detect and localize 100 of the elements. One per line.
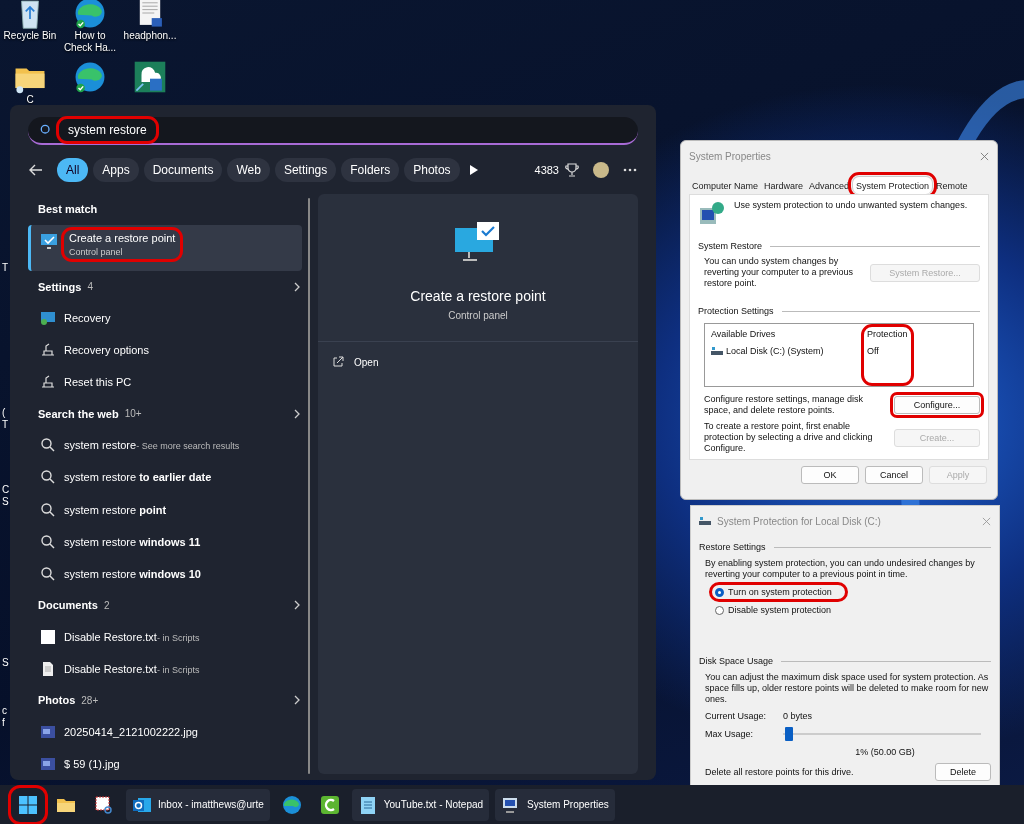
radio-option[interactable]: Disable system protection <box>713 604 844 616</box>
avatar[interactable] <box>593 162 609 178</box>
search-icon <box>40 565 56 582</box>
filter-chip[interactable]: Folders <box>341 158 400 182</box>
result-item[interactable]: system restore windows 11 <box>28 525 302 558</box>
radio-button[interactable] <box>715 587 724 597</box>
column-header: Available Drives <box>710 328 777 340</box>
taskbar-button[interactable]: YouTube.txt - Notepad <box>351 788 490 821</box>
desktop-icon-label: headphon... <box>122 30 178 42</box>
result-item[interactable]: system restore- See more search results <box>28 429 302 462</box>
section-heading: Settings <box>38 280 82 293</box>
option-label: Disable system protection <box>728 605 832 615</box>
section-heading: Documents <box>38 599 98 612</box>
result-label: 20250414_2121002222.jpg <box>64 725 198 738</box>
section-heading: Best match <box>38 203 98 216</box>
chevron-right-icon[interactable] <box>292 600 302 611</box>
desktop-icon-label: T <box>2 262 9 274</box>
group-heading: System Restore <box>698 241 763 251</box>
trophy-icon[interactable] <box>564 162 580 178</box>
close-icon[interactable] <box>980 151 989 161</box>
result-label: system restore point <box>64 503 167 516</box>
recovery-icon <box>40 374 56 391</box>
radio-button[interactable] <box>715 605 724 615</box>
filter-chip[interactable]: Photos <box>404 158 460 182</box>
search-icon <box>40 469 56 486</box>
filter-chip[interactable]: Web <box>227 158 270 182</box>
result-label: Reset this PC <box>64 376 132 389</box>
result-title: Create a restore point <box>69 231 176 244</box>
description-text: Delete all restore points for this drive. <box>705 767 854 777</box>
desktop-icon-label: C <box>25 94 35 106</box>
windows-logo-icon <box>18 794 38 815</box>
best-match-item[interactable]: Create a restore point Control panel <box>28 224 302 272</box>
result-count: 28+ <box>81 694 99 706</box>
letter-c-icon <box>319 794 340 815</box>
drive-icon <box>711 345 723 357</box>
result-item[interactable]: $ 59 (1).jpg <box>28 747 302 780</box>
result-count: 4 <box>87 281 93 293</box>
filter-chip[interactable]: Settings <box>274 158 337 182</box>
desktop-icon-label: f <box>2 717 5 729</box>
desktop-icon-label: S <box>2 657 9 669</box>
search-field[interactable]: system restore <box>28 117 638 145</box>
back-arrow-icon[interactable] <box>28 162 44 178</box>
description-text: Configure restore settings, manage disk space, and delete restore points. <box>704 394 865 416</box>
result-count: 10+ <box>124 408 142 420</box>
result-item[interactable]: 20250414_2121002222.jpg <box>28 715 302 748</box>
result-item[interactable]: system restore to earlier date <box>28 461 302 494</box>
description-text: You can undo system changes by reverting your computer to a previous restore point. <box>704 256 855 289</box>
open-external-icon <box>332 356 344 368</box>
result-item[interactable]: Recovery <box>28 302 302 335</box>
result-item[interactable]: Reset this PC <box>28 366 302 399</box>
drive-name[interactable]: Local Disk (C:) (System) <box>709 345 865 357</box>
backup-icon[interactable] <box>133 60 167 94</box>
dialog-button[interactable]: Cancel <box>865 466 923 484</box>
column-header: Protection <box>866 328 909 340</box>
scrollbar[interactable] <box>308 198 310 774</box>
section-heading: Search the web <box>38 407 119 420</box>
delete-button[interactable]: Delete <box>935 763 991 781</box>
result-item[interactable]: system restore windows 10 <box>28 557 302 590</box>
chevron-right-icon[interactable] <box>292 281 302 292</box>
result-label: Recovery <box>64 312 111 325</box>
browser-icon[interactable] <box>73 60 107 94</box>
tab[interactable]: Hardware <box>761 176 807 194</box>
taskbar-button[interactable]: System Properties <box>495 788 615 821</box>
text-file-icon <box>40 660 56 677</box>
desktop-icon-label: S <box>2 496 9 508</box>
dialog-button[interactable]: OK <box>801 466 859 484</box>
search-icon <box>40 501 56 518</box>
chevron-right-icon[interactable] <box>292 408 302 419</box>
window-title: System Properties <box>689 150 771 162</box>
filter-chip[interactable]: All <box>57 158 89 182</box>
description-text: Use system protection to undo unwanted system changes. <box>734 200 968 210</box>
image-thumbnail-icon <box>40 723 56 740</box>
open-action[interactable]: Open <box>318 342 638 382</box>
description-text: By enabling system protection, you can undo undesired changes by reverting your computer to a previous point in time. <box>704 558 976 580</box>
filter-chip[interactable]: Apps <box>93 158 139 182</box>
window-title: System Protection for Local Disk (C:) <box>717 515 881 527</box>
result-item[interactable]: system restore point <box>28 493 302 526</box>
taskbar-button[interactable]: Inbox - imatthews@urte <box>126 788 270 821</box>
preview-title: Create a restore point <box>410 288 546 304</box>
result-item[interactable]: Recovery options <box>28 334 302 367</box>
result-item[interactable]: Disable Restore.txt- in Scripts <box>28 652 302 685</box>
option-label: Turn on system protection <box>728 587 832 597</box>
field-label: Current Usage: <box>705 711 768 721</box>
radio-option[interactable]: Turn on system protection <box>713 586 844 598</box>
search-icon <box>40 124 52 136</box>
group-heading: Protection Settings <box>698 306 774 316</box>
slider-thumb[interactable] <box>784 727 793 741</box>
group-heading: Restore Settings <box>699 542 766 552</box>
result-item[interactable]: Disable Restore.txt- in Scripts <box>28 620 302 653</box>
filter-chip[interactable]: Documents <box>143 158 223 182</box>
browser-icon <box>281 794 302 815</box>
description-text: You can adjust the maximum disk space used for system protection. As space fills up, older restore points will be deleted to make room for new ones. <box>704 672 990 705</box>
slider-reading: 1% (50.00 GB) <box>855 747 915 757</box>
points-count: 4383 <box>534 164 559 176</box>
result-label: system restore to earlier date <box>64 471 212 484</box>
result-subtitle: Control panel <box>69 246 124 257</box>
chevron-right-icon[interactable] <box>292 695 302 706</box>
tab[interactable]: Computer Name <box>689 176 762 194</box>
desktop-icon-label: How to Check Ha... <box>62 30 118 54</box>
browser-icon[interactable] <box>73 0 107 30</box>
